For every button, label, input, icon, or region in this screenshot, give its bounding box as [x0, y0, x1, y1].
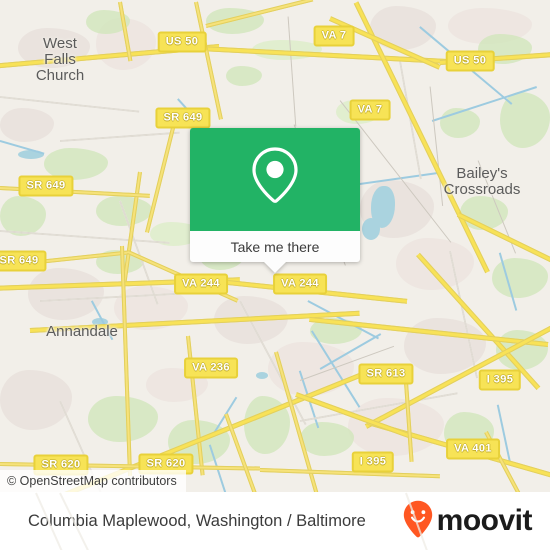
place-label-annandale: Annandale — [46, 323, 118, 340]
shield-us-50[interactable]: US 50 — [445, 50, 495, 72]
landuse-green — [88, 396, 158, 442]
water-body — [256, 372, 268, 379]
landuse-green — [440, 108, 480, 138]
shield-va-236[interactable]: VA 236 — [184, 357, 238, 379]
shield-sr-649[interactable]: SR 649 — [18, 175, 74, 197]
osm-attribution[interactable]: © OpenStreetMap contributors — [0, 470, 186, 492]
shield-va-244[interactable]: VA 244 — [174, 273, 228, 295]
take-me-there-label: Take me there — [230, 238, 320, 255]
minor-road — [59, 131, 180, 142]
place-label-west-falls-church: West Falls Church — [35, 35, 85, 84]
shield-va-401[interactable]: VA 401 — [446, 438, 500, 460]
moovit-smiley-pin-icon — [403, 500, 433, 543]
card-image-area — [190, 128, 360, 231]
landuse-green — [492, 258, 548, 298]
shield-us-50[interactable]: US 50 — [157, 31, 207, 53]
map-pin-icon — [248, 145, 302, 214]
landuse-green — [226, 66, 262, 86]
card-pointer — [264, 262, 286, 273]
shield-sr-613[interactable]: SR 613 — [358, 363, 414, 385]
moovit-wordmark: moovit — [436, 504, 533, 537]
water-body — [362, 218, 380, 240]
track — [287, 16, 297, 127]
page-title: Columbia Maplewood, Washington / Baltimo… — [28, 511, 366, 530]
shield-sr-649[interactable]: SR 649 — [0, 250, 47, 272]
place-callout-card[interactable]: Take me there — [190, 128, 360, 273]
take-me-there-button[interactable]: Take me there — [190, 231, 360, 262]
landuse-urban — [0, 108, 54, 142]
shield-i-395[interactable]: I 395 — [478, 369, 522, 391]
map-canvas[interactable]: West Falls Church Bailey's Crossroads An… — [0, 0, 550, 492]
osm-attribution-text: © OpenStreetMap contributors — [7, 474, 177, 488]
shield-sr-649[interactable]: SR 649 — [155, 107, 211, 129]
map-screenshot: West Falls Church Bailey's Crossroads An… — [0, 0, 550, 550]
shield-va-244[interactable]: VA 244 — [273, 273, 327, 295]
landuse-urban — [0, 370, 72, 430]
landuse-urban — [396, 238, 474, 290]
track — [429, 86, 444, 206]
landuse-urban — [28, 268, 104, 320]
footer-bar: Columbia Maplewood, Washington / Baltimo… — [0, 492, 550, 550]
place-label-baileys-crossroads: Bailey's Crossroads — [443, 165, 521, 198]
shield-i-395[interactable]: I 395 — [351, 451, 395, 473]
landuse-green — [300, 422, 354, 456]
minor-road — [0, 230, 170, 244]
shield-va-7[interactable]: VA 7 — [313, 25, 355, 47]
highway-sr620-east — [259, 468, 440, 479]
shield-va-7[interactable]: VA 7 — [349, 99, 391, 121]
